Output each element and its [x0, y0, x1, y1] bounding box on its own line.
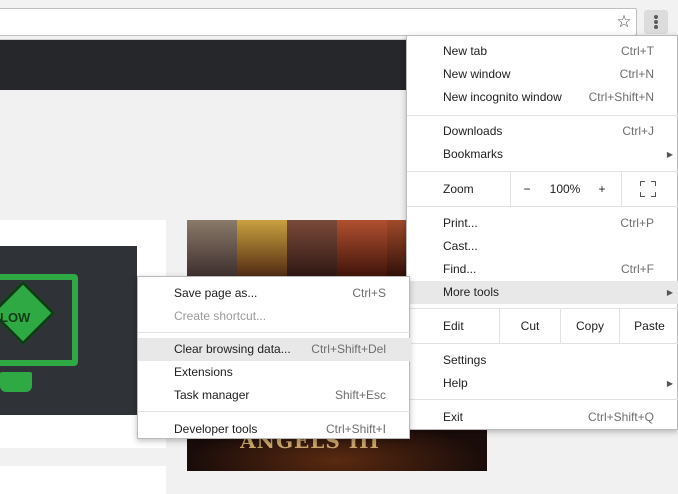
menu-item-shortcut: Ctrl+P: [620, 216, 654, 230]
menu-item-shortcut: Shift+Esc: [334, 388, 386, 402]
menu-item-shortcut: Ctrl+J: [622, 124, 654, 138]
fullscreen-icon: [640, 181, 656, 197]
menu-item-label: Extensions: [174, 365, 233, 379]
zoom-label: Zoom: [443, 182, 474, 196]
menu-item-shortcut: Ctrl+Shift+N: [588, 90, 654, 104]
menu-item-shortcut: Ctrl+F: [621, 262, 654, 276]
zoom-out-button[interactable]: −: [511, 172, 543, 206]
bookmark-star-icon[interactable]: ☆: [614, 12, 634, 32]
submenu-item-clear-browsing-data[interactable]: Clear browsing data... Ctrl+Shift+Del: [138, 338, 411, 361]
menu-item-shortcut: Ctrl+S: [352, 286, 386, 300]
chrome-main-menu: New tab Ctrl+T New window Ctrl+N New inc…: [406, 35, 678, 430]
submenu-item-create-shortcut: Create shortcut...: [138, 305, 411, 328]
submenu-item-save-page-as[interactable]: Save page as... Ctrl+S: [138, 282, 411, 305]
menu-item-shortcut: Ctrl+Shift+Del: [311, 342, 386, 356]
menu-item-label: More tools: [443, 285, 500, 299]
menu-item-new-window[interactable]: New window Ctrl+N: [407, 63, 678, 86]
menu-item-label: Exit: [443, 410, 464, 424]
promo-sign-text: LOW: [0, 310, 31, 325]
menu-edit-row: Edit Cut Copy Paste: [407, 309, 678, 343]
menu-item-help[interactable]: Help ▶: [407, 372, 678, 395]
menu-item-settings[interactable]: Settings: [407, 349, 678, 372]
kebab-menu-icon: [654, 15, 658, 19]
fullscreen-corner: [651, 192, 656, 197]
fullscreen-corner: [640, 181, 645, 186]
menu-item-exit[interactable]: Exit Ctrl+Shift+Q: [407, 406, 678, 429]
kebab-dot: [654, 25, 658, 29]
menu-item-label: Clear browsing data...: [174, 342, 291, 356]
chevron-right-icon: ▶: [666, 150, 673, 159]
chevron-right-icon: ▶: [666, 379, 673, 388]
menu-item-shortcut: Ctrl+Shift+I: [325, 422, 386, 436]
hero-portrait: [287, 220, 337, 280]
menu-item-find[interactable]: Find... Ctrl+F: [407, 258, 678, 281]
menu-item-label: Bookmarks: [443, 147, 504, 161]
menu-item-label: Downloads: [443, 124, 503, 138]
menu-item-more-tools[interactable]: More tools ▶: [407, 281, 678, 304]
menu-item-shortcut: Ctrl+N: [619, 67, 654, 81]
menu-item-shortcut: Ctrl+T: [621, 44, 654, 58]
cut-button[interactable]: Cut: [500, 309, 560, 343]
menu-separator: [407, 115, 678, 116]
menu-item-label: Settings: [443, 353, 487, 367]
menu-item-label: Create shortcut...: [174, 309, 267, 323]
monitor-stand: [0, 372, 32, 392]
hero-portrait: [237, 220, 287, 280]
zoom-value: 100%: [549, 182, 581, 196]
menu-item-shortcut: Ctrl+Shift+Q: [587, 410, 654, 424]
menu-item-label: Save page as...: [174, 286, 258, 300]
menu-separator: [138, 332, 411, 333]
menu-item-label: Cast...: [443, 239, 478, 253]
menu-item-label: Task manager: [174, 388, 250, 402]
menu-item-bookmarks[interactable]: Bookmarks ▶: [407, 143, 678, 166]
fullscreen-corner: [640, 192, 645, 197]
more-tools-submenu: Save page as... Ctrl+S Create shortcut..…: [137, 276, 411, 441]
menu-item-new-incognito-window[interactable]: New incognito window Ctrl+Shift+N: [407, 86, 678, 109]
menu-item-label: New window: [443, 67, 511, 81]
menu-item-cast[interactable]: Cast...: [407, 235, 678, 258]
menu-item-label: New tab: [443, 44, 488, 58]
submenu-item-extensions[interactable]: Extensions: [138, 361, 411, 384]
submenu-item-developer-tools[interactable]: Developer tools Ctrl+Shift+I: [138, 418, 411, 441]
menu-item-label: New incognito window: [443, 90, 562, 104]
kebab-dot: [654, 20, 658, 24]
menu-item-label: Find...: [443, 262, 477, 276]
copy-button[interactable]: Copy: [561, 309, 619, 343]
submenu-item-task-manager[interactable]: Task manager Shift+Esc: [138, 384, 411, 407]
menu-separator: [407, 343, 678, 344]
menu-item-downloads[interactable]: Downloads Ctrl+J: [407, 120, 678, 143]
menu-separator: [138, 411, 411, 412]
menu-item-new-tab[interactable]: New tab Ctrl+T: [407, 40, 678, 63]
hero-portrait: [187, 220, 237, 280]
menu-item-label: Print...: [443, 216, 478, 230]
content-card: [0, 466, 166, 494]
hero-portrait: [337, 220, 387, 280]
chrome-menu-button[interactable]: [644, 10, 668, 34]
menu-separator: [407, 206, 678, 207]
menu-item-label: Help: [443, 376, 468, 390]
address-bar[interactable]: [0, 8, 637, 36]
menu-zoom-row: Zoom − 100% +: [407, 172, 678, 206]
chevron-right-icon: ▶: [666, 288, 673, 297]
fullscreen-corner: [651, 181, 656, 186]
menu-separator: [407, 399, 678, 400]
edit-label: Edit: [443, 319, 464, 333]
paste-button[interactable]: Paste: [620, 309, 678, 343]
menu-item-print[interactable]: Print... Ctrl+P: [407, 212, 678, 235]
zoom-in-button[interactable]: +: [587, 172, 617, 206]
menu-item-label: Developer tools: [174, 422, 258, 436]
